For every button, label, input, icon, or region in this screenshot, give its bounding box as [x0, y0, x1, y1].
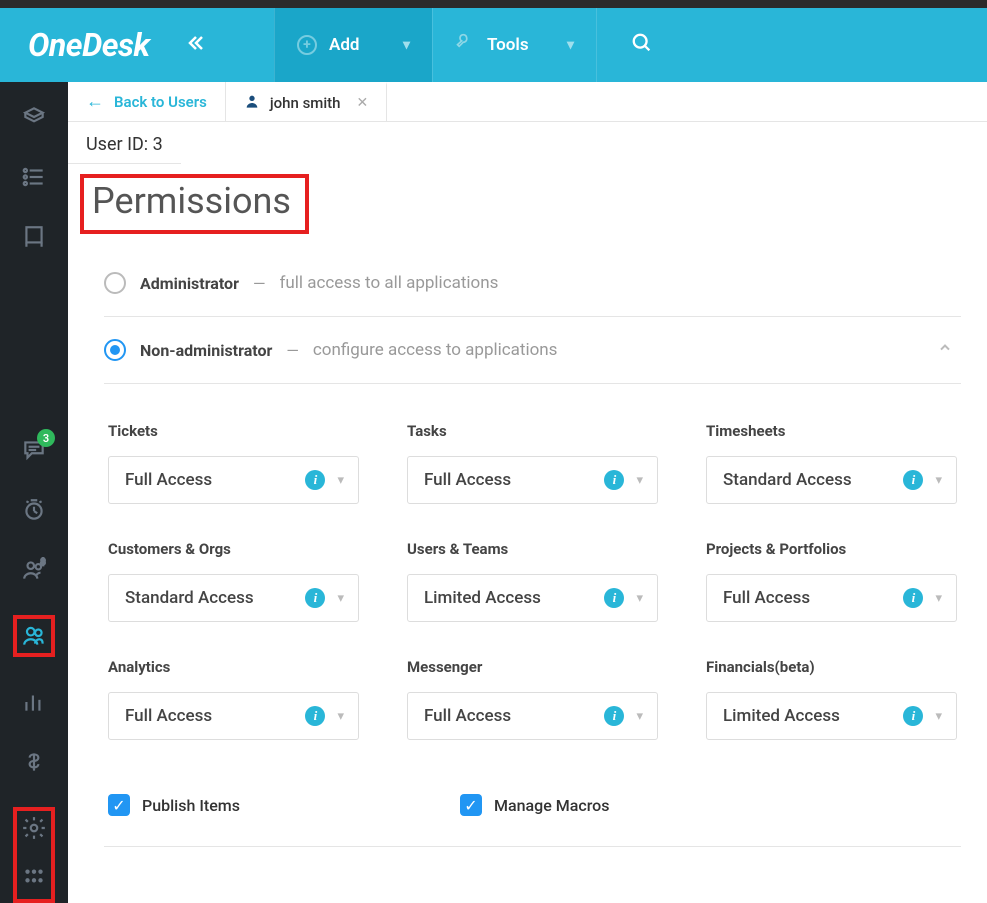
search-button[interactable] — [596, 8, 686, 82]
perm-customers-select[interactable]: Standard Access i ▾ — [108, 574, 359, 622]
perm-users: Users & Teams Limited Access i ▾ — [407, 540, 658, 622]
nonadmin-desc: configure access to applications — [313, 340, 558, 360]
perm-analytics-select[interactable]: Full Access i ▾ — [108, 692, 359, 740]
nav-users-icon[interactable] — [19, 621, 49, 651]
left-sidebar: 3 $ — [0, 82, 68, 903]
nav-timesheets-icon[interactable] — [19, 495, 49, 525]
manage-macros-checkbox[interactable]: ✓ Manage Macros — [460, 794, 610, 816]
nav-apps-icon[interactable] — [19, 861, 49, 891]
info-icon[interactable]: i — [604, 470, 624, 490]
admin-desc: full access to all applications — [279, 273, 498, 293]
perm-financials-select[interactable]: Limited Access i ▾ — [706, 692, 957, 740]
window-top-strip — [0, 0, 987, 8]
info-icon[interactable]: i — [305, 470, 325, 490]
info-icon[interactable]: i — [903, 588, 923, 608]
perm-tasks: Tasks Full Access i ▾ — [407, 422, 658, 504]
perm-messenger-select[interactable]: Full Access i ▾ — [407, 692, 658, 740]
extra-perms-row: ✓ Publish Items ✓ Manage Macros — [104, 766, 961, 847]
highlight-box-permissions-title: Permissions — [80, 174, 309, 234]
admin-label: Administrator — [140, 274, 239, 293]
info-icon[interactable]: i — [604, 588, 624, 608]
chevron-down-icon: ▾ — [567, 37, 574, 53]
nav-customers-icon[interactable]: $ — [19, 555, 49, 585]
tab-bar: ← Back to Users john smith ✕ — [68, 82, 987, 122]
user-id: User ID: 3 — [86, 134, 163, 155]
user-icon — [244, 93, 260, 113]
back-label: Back to Users — [114, 93, 207, 111]
info-icon[interactable]: i — [903, 706, 923, 726]
nonadmin-role-row[interactable]: Non-administrator — configure access to … — [104, 317, 961, 384]
perm-tasks-select[interactable]: Full Access i ▾ — [407, 456, 658, 504]
plus-circle-icon: + — [297, 35, 317, 55]
chat-badge: 3 — [37, 429, 55, 447]
highlight-box-settings-apps — [13, 807, 55, 903]
chevron-down-icon: ▾ — [931, 709, 946, 724]
tools-label: Tools — [487, 35, 529, 55]
radio-nonadmin[interactable] — [104, 339, 126, 361]
perm-analytics: Analytics Full Access i ▾ — [108, 658, 359, 740]
nonadmin-label: Non-administrator — [140, 341, 272, 360]
info-icon[interactable]: i — [903, 470, 923, 490]
add-button[interactable]: + Add ▾ — [274, 8, 432, 82]
chevron-down-icon: ▾ — [333, 709, 348, 724]
collapse-section-icon[interactable] — [937, 340, 961, 360]
radio-admin[interactable] — [104, 272, 126, 294]
nav-projects-icon[interactable] — [19, 222, 49, 252]
chevron-down-icon: ▾ — [333, 473, 348, 488]
chevron-down-icon: ▾ — [632, 473, 647, 488]
search-icon — [631, 32, 653, 59]
chevron-down-icon: ▾ — [403, 37, 410, 53]
perm-messenger: Messenger Full Access i ▾ — [407, 658, 658, 740]
nav-analytics-icon[interactable] — [19, 687, 49, 717]
highlight-box-users-nav — [13, 615, 55, 657]
user-tab[interactable]: john smith ✕ — [226, 82, 387, 121]
add-label: Add — [329, 35, 360, 55]
app-logo: OneDesk — [28, 26, 150, 64]
close-tab-icon[interactable]: ✕ — [357, 95, 369, 111]
wrench-icon — [455, 33, 475, 58]
main-content: ← Back to Users john smith ✕ User ID: 3 … — [68, 82, 987, 903]
info-icon[interactable]: i — [604, 706, 624, 726]
perm-users-select[interactable]: Limited Access i ▾ — [407, 574, 658, 622]
chevron-down-icon: ▾ — [333, 591, 348, 606]
nav-tasks-icon[interactable] — [19, 162, 49, 192]
back-arrow-icon: ← — [86, 91, 104, 112]
nav-settings-icon[interactable] — [19, 813, 49, 843]
nav-financials-icon[interactable] — [19, 747, 49, 777]
app-header: OneDesk + Add ▾ Tools ▾ — [0, 8, 987, 82]
logo-section: OneDesk — [0, 8, 274, 82]
admin-role-row[interactable]: Administrator — full access to all appli… — [104, 250, 961, 317]
perm-financials: Financials(beta) Limited Access i ▾ — [706, 658, 957, 740]
user-id-row: User ID: 3 — [68, 122, 181, 164]
perm-customers: Customers & Orgs Standard Access i ▾ — [108, 540, 359, 622]
perm-tickets: Tickets Full Access i ▾ — [108, 422, 359, 504]
perm-timesheets: Timesheets Standard Access i ▾ — [706, 422, 957, 504]
perm-timesheets-select[interactable]: Standard Access i ▾ — [706, 456, 957, 504]
back-to-users-tab[interactable]: ← Back to Users — [68, 82, 226, 121]
user-tab-label: john smith — [270, 94, 341, 112]
info-icon[interactable]: i — [305, 588, 325, 608]
nav-chat-icon[interactable]: 3 — [19, 435, 49, 465]
publish-items-checkbox[interactable]: ✓ Publish Items — [108, 794, 240, 816]
permissions-heading: Permissions — [92, 180, 291, 222]
chevron-down-icon: ▾ — [931, 591, 946, 606]
chevron-down-icon: ▾ — [632, 709, 647, 724]
perm-tickets-select[interactable]: Full Access i ▾ — [108, 456, 359, 504]
chevron-down-icon: ▾ — [632, 591, 647, 606]
chevron-down-icon: ▾ — [931, 473, 946, 488]
checkbox-icon: ✓ — [108, 794, 130, 816]
collapse-sidebar-button[interactable] — [186, 33, 206, 58]
perm-projects: Projects & Portfolios Full Access i ▾ — [706, 540, 957, 622]
perm-projects-select[interactable]: Full Access i ▾ — [706, 574, 957, 622]
checkbox-icon: ✓ — [460, 794, 482, 816]
nav-tickets-icon[interactable] — [19, 102, 49, 132]
svg-text:$: $ — [41, 557, 46, 568]
info-icon[interactable]: i — [305, 706, 325, 726]
permissions-grid: Tickets Full Access i ▾ Tasks Full Acces… — [104, 384, 961, 766]
tools-button[interactable]: Tools ▾ — [432, 8, 596, 82]
